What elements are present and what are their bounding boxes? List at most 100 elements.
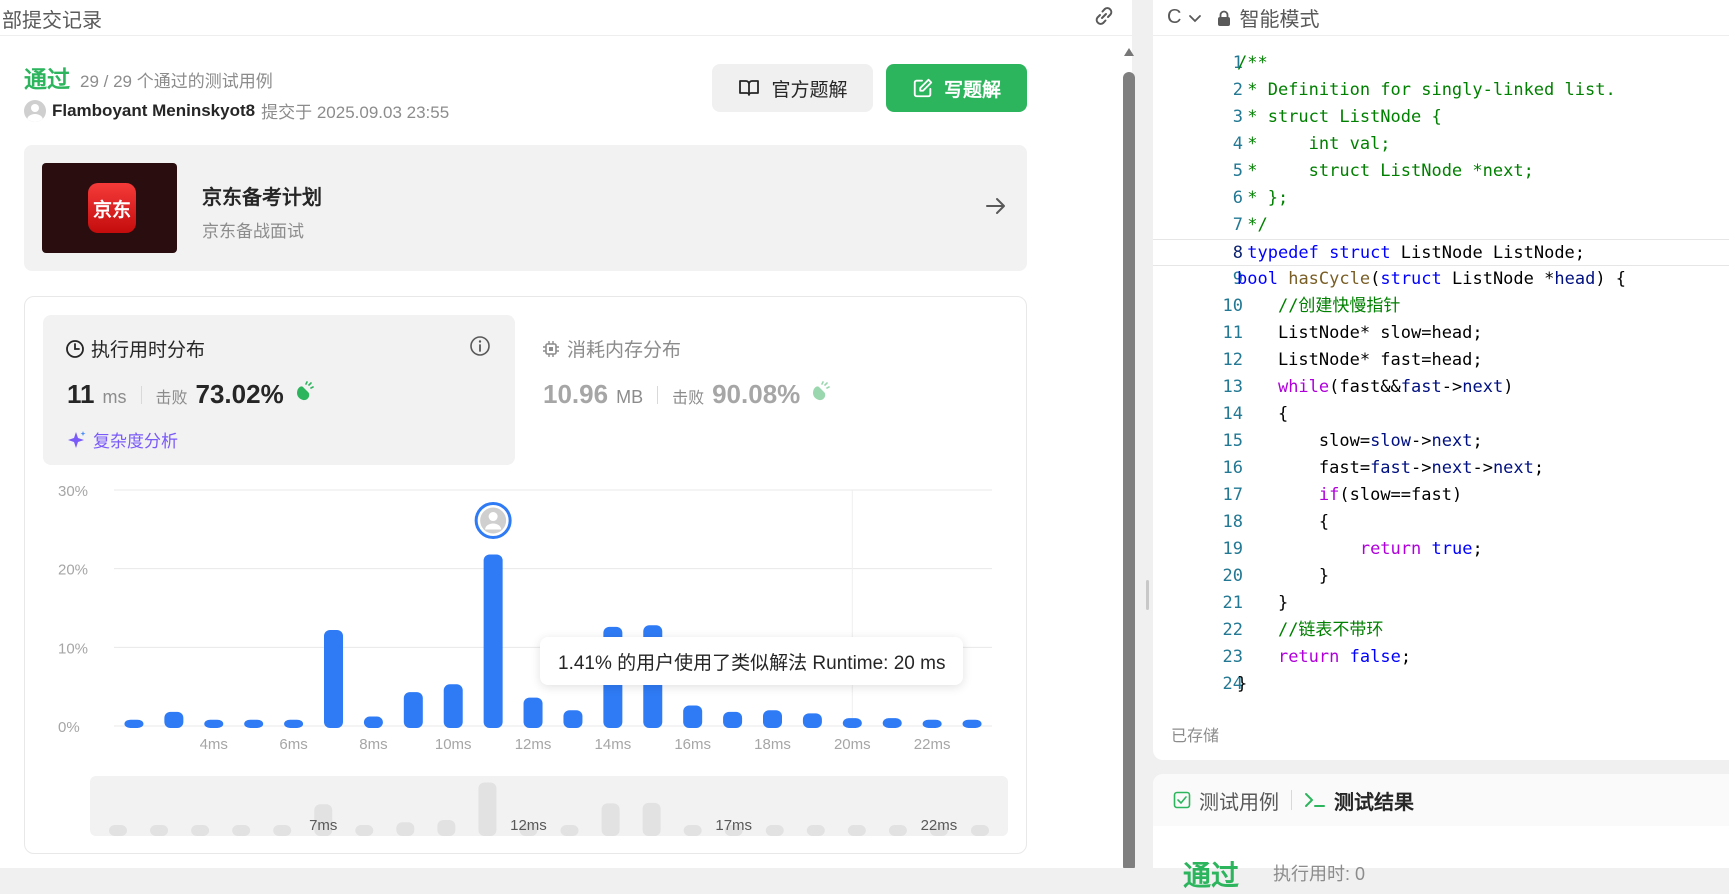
result-panel: 测试用例 测试结果 通过 执行用时: 0 [1153,774,1729,891]
code-line[interactable]: 14 { [1153,401,1729,428]
code-text: return true; [1359,539,1483,559]
runtime-unit: ms [102,387,127,407]
status-badge: 通过 [24,66,70,92]
code-line[interactable]: 24} [1153,671,1729,698]
chart-bar[interactable] [962,719,982,728]
line-number: 20 [1222,566,1243,586]
chart-bar[interactable] [324,630,343,728]
code-line[interactable]: 11 ListNode* slow=head; [1153,320,1729,347]
tab-testcase[interactable]: 测试用例 [1173,786,1279,815]
promo-card[interactable]: 京东 京东备考计划 京东备战面试 [24,145,1027,271]
code-line[interactable]: 12 ListNode* fast=head; [1153,347,1729,374]
code-text: * struct ListNode { [1237,107,1442,127]
code-line[interactable]: 22 //链表不带环 [1153,617,1729,644]
testcase-count: 29 / 29 个通过的测试用例 [80,72,273,91]
code-line[interactable]: 16 fast=fast->next->next; [1153,455,1729,482]
chart-bar[interactable] [882,718,902,728]
chart-bar[interactable] [124,719,144,728]
jd-logo: 京东 [88,183,136,233]
line-number: 7 [1232,215,1243,235]
line-number: 23 [1222,647,1243,667]
code-line[interactable]: 3 * struct ListNode { [1153,104,1729,131]
link-icon[interactable] [1090,2,1118,30]
code-text: while(fast&&fast->next) [1277,377,1514,397]
language-select[interactable]: C [1167,6,1203,29]
y-tick-label: 20% [58,562,88,579]
code-line[interactable]: 9 bool hasCycle(struct ListNode *head) { [1153,266,1729,293]
code-line[interactable]: 6 * }; [1153,185,1729,212]
chart-bar[interactable] [723,711,743,728]
mode-indicator[interactable]: 智能模式 [1217,3,1319,32]
chart-bar[interactable] [842,718,862,728]
y-tick-label: 0% [58,719,80,736]
chart-bar[interactable] [403,692,423,728]
line-number: 4 [1232,134,1243,154]
page-title: 部提交记录 [2,10,102,32]
chart-bar[interactable] [922,719,942,728]
overview-bar [642,802,661,836]
chart-bar[interactable] [363,716,383,728]
line-number: 19 [1222,539,1243,559]
result-runtime: 执行用时: 0 [1273,864,1366,884]
checkbox-icon [1173,791,1191,809]
author-name[interactable]: Flamboyant Meninskyot8 [52,101,255,121]
panel-resize-handle[interactable] [1146,580,1149,610]
chart-bar[interactable] [523,697,543,728]
code-line[interactable]: 2 * Definition for singly-linked list. [1153,77,1729,104]
code-line[interactable]: 21 } [1153,590,1729,617]
code-line[interactable]: 8 typedef struct ListNode ListNode; [1153,239,1729,266]
chart-bar[interactable] [483,554,503,728]
clap-icon [813,381,831,401]
x-tick-label: 18ms [754,736,791,753]
write-solution-button[interactable]: 写题解 [886,64,1027,112]
write-solution-label: 写题解 [943,79,1001,101]
code-line[interactable]: 10 //创建快慢指针 [1153,293,1729,320]
avatar[interactable] [24,99,46,122]
clock-icon [66,339,84,358]
code-text: */ [1237,215,1268,235]
runtime-stat[interactable]: 执行用时分布 11 ms 击败 73.02% 复杂度分析 [43,315,515,465]
chart-bar[interactable] [563,710,583,728]
memory-stat[interactable]: 消耗内存分布 10.96 MB 击败 90.08% [537,315,1009,465]
code-text: } [1237,593,1289,613]
scrollbar[interactable] [1122,44,1136,868]
runtime-beat-label: 击败 [155,390,188,407]
x-tick-label: 14ms [595,736,632,753]
chart-bar[interactable] [763,710,782,728]
code-line[interactable]: 7 */ [1153,212,1729,239]
chart-bar[interactable] [802,713,822,728]
code-line[interactable]: 20 } [1153,563,1729,590]
chart-bar[interactable] [443,684,463,728]
code-line[interactable]: 5 * struct ListNode *next; [1153,158,1729,185]
chart-bar[interactable] [683,705,703,728]
code-line[interactable]: 4 * int val; [1153,131,1729,158]
code-text: //创建快慢指针 [1277,296,1401,316]
code-line[interactable]: 1/** [1153,50,1729,77]
chart-bar[interactable] [204,719,224,728]
line-number: 15 [1222,431,1243,451]
official-solution-button[interactable]: 官方题解 [712,64,873,112]
chart-bar[interactable] [284,719,304,728]
code-text: * int val; [1237,134,1391,154]
memory-value: 10.96 [543,379,609,409]
code-line[interactable]: 18 { [1153,509,1729,536]
chart-bar[interactable] [244,719,264,728]
complexity-analysis-link[interactable]: 复杂度分析 [67,427,178,452]
mode-label: 智能模式 [1239,9,1320,31]
code-line[interactable]: 17 if(slow==fast) [1153,482,1729,509]
x-tick-label: 6ms [279,736,307,753]
tab-result[interactable]: 测试结果 [1304,786,1414,815]
code-line[interactable]: 19 return true; [1153,536,1729,563]
memory-beat: 90.08% [712,379,801,409]
chart-overview-strip[interactable] [90,776,1008,836]
code-line[interactable]: 13 while(fast&&fast->next) [1153,374,1729,401]
code-line[interactable]: 15 slow=slow->next; [1153,428,1729,455]
code-area[interactable]: 1/** 2 * Definition for singly-linked lis… [1153,50,1729,698]
info-icon[interactable] [469,335,491,357]
code-text: * Definition for singly-linked list. [1237,80,1616,100]
code-editor-panel: C 智能模式 1/** 2 * Definition for singly-lin… [1153,0,1729,760]
overview-bar [191,825,210,836]
x-tick-label: 10ms [435,736,472,753]
code-line[interactable]: 23 return false; [1153,644,1729,671]
chart-bar[interactable] [164,711,184,728]
